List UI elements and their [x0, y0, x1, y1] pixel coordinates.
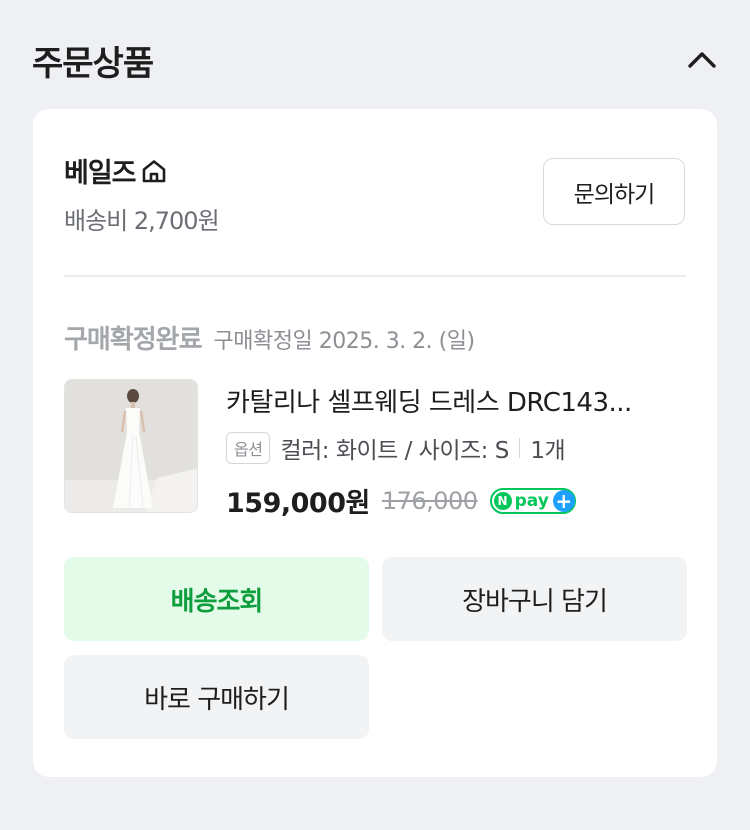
- section-title: 주문상품: [32, 43, 154, 84]
- buy-now-button[interactable]: 바로 구매하기: [64, 655, 369, 739]
- seller-name-row[interactable]: 베일즈: [64, 151, 168, 190]
- wedding-dress-photo: [65, 380, 197, 512]
- order-item-card: 베일즈 배송비 2,700원 문의하기 구매확정완료 구매확정일 2025. 3…: [33, 109, 717, 777]
- collapse-button[interactable]: [682, 40, 722, 80]
- option-badge: 옵션: [226, 432, 271, 464]
- product-thumbnail[interactable]: [64, 379, 198, 513]
- sale-price: 159,000원: [226, 488, 370, 519]
- product-name[interactable]: 카탈리나 셀프웨딩 드레스 DRC143...: [226, 382, 686, 419]
- confirm-date: 구매확정일 2025. 3. 2. (일): [213, 329, 476, 354]
- store-home-icon: [142, 159, 165, 182]
- option-text: 컬러: 화이트 / 사이즈: S: [280, 438, 509, 464]
- order-items-header: 주문상품: [32, 34, 722, 86]
- seller-name[interactable]: 베일즈: [64, 151, 137, 190]
- price-row: 159,000원 176,000 N pay +: [226, 481, 576, 520]
- shipping-fee: 배송비 2,700원: [64, 207, 220, 235]
- order-status-label: 구매확정완료: [64, 325, 203, 355]
- npay-label: pay: [514, 490, 549, 511]
- quantity: 1개: [530, 438, 566, 464]
- track-shipment-button[interactable]: 배송조회: [64, 557, 369, 641]
- inquiry-button[interactable]: 문의하기: [543, 158, 685, 225]
- npay-n-icon: N: [493, 491, 512, 510]
- chevron-up-icon: [688, 52, 716, 68]
- product-option-row: 옵션 컬러: 화이트 / 사이즈: S 1개: [226, 431, 566, 465]
- npay-plus-badge: N pay +: [489, 487, 576, 514]
- add-to-cart-button[interactable]: 장바구니 담기: [382, 557, 687, 641]
- divider: [64, 275, 686, 277]
- option-separator: [518, 438, 521, 458]
- npay-plus-icon: +: [552, 489, 575, 512]
- order-status-row: 구매확정완료 구매확정일 2025. 3. 2. (일): [64, 319, 475, 356]
- original-price: 176,000: [381, 486, 478, 515]
